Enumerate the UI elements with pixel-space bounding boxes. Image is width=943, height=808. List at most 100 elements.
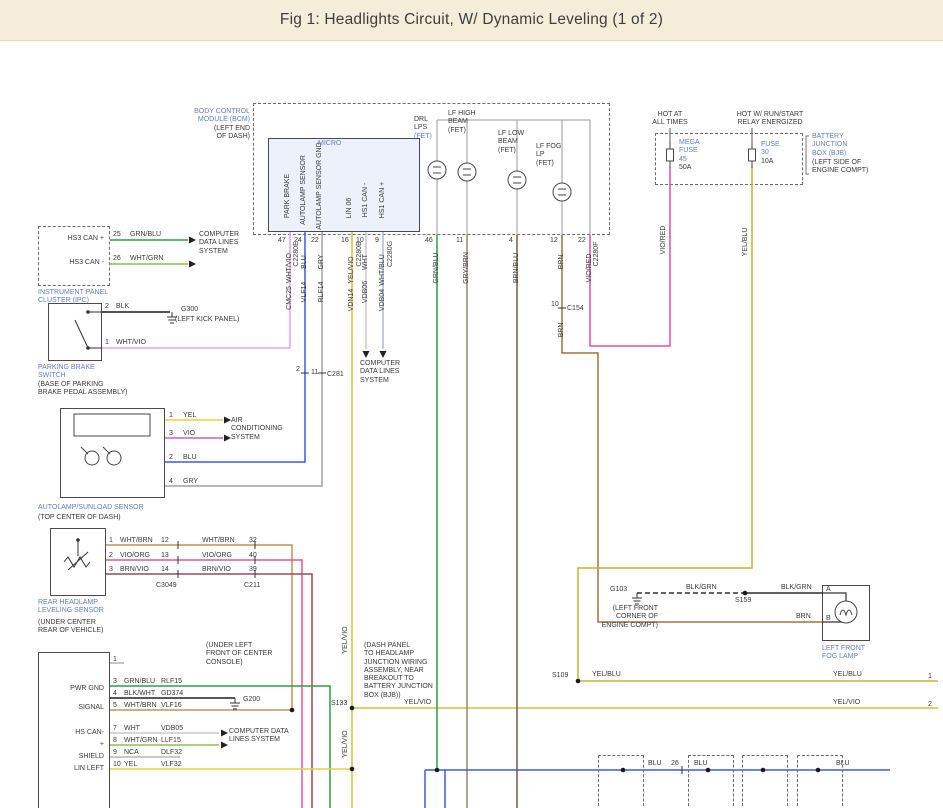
diagram-label: C2280G (387, 241, 395, 267)
diagram-label: 26 (671, 760, 679, 768)
diagram-label: G103 (610, 586, 627, 594)
diagram-label: 11 (456, 237, 463, 245)
diagram-label: 2 (928, 701, 932, 709)
diagram-label: VIO/ORG (202, 552, 232, 560)
diagram-label: 47 (278, 237, 286, 245)
diagram-label: 4 (113, 690, 117, 698)
diagram-label: (UNDER LEFT FRONT OF CENTER CONSOLE) (206, 642, 272, 667)
diagram-label: BLU (836, 760, 850, 768)
diagram-label: NCA (124, 749, 139, 757)
diagram-label: HOT W/ RUN/START RELAY ENERGIZED (737, 111, 804, 128)
diagram-label: WHT/BRN (124, 702, 157, 710)
diagram-label: VIO (183, 430, 195, 438)
diagram-label: YEL (183, 412, 196, 420)
diagram-label: C154 (567, 305, 584, 313)
diagram-label: WHT (362, 254, 370, 270)
bcm-caption: BODY CONTROL MODULE (BCM) (194, 108, 250, 125)
diagram-label: YEL/VIO (342, 626, 350, 653)
diagram-label: HS CAN- (75, 729, 104, 737)
diagram-label: YEL/BLU (592, 671, 621, 679)
diagram-label: VLF16 (161, 702, 182, 710)
diagram-label: VDB05 (161, 725, 183, 733)
diagram-label: 22 (311, 237, 319, 245)
diagram-label: 12 (550, 237, 558, 245)
parking-brake-caption: PARKING BRAKE SWITCH (38, 364, 95, 381)
diagram-label: WHT/BRN (202, 537, 235, 545)
diagram-label: 1 (169, 412, 173, 420)
diagram-label: 4 (509, 237, 513, 245)
diagram-label: RLF14 (318, 281, 326, 302)
diagram-label: C3049 (156, 582, 177, 590)
rear-sensor-caption: REAR HEADLAMP LEVELING SENSOR (38, 599, 104, 616)
diagram-label: BLK (116, 303, 129, 311)
diagram-label: (LEFT KICK PANEL) (175, 316, 239, 324)
diagram-label: 39 (249, 566, 257, 574)
diagram-label: BRN (558, 323, 566, 338)
diagram-label: 32 (249, 537, 257, 545)
diagram-label: BLK/WHT (124, 690, 155, 698)
diagram-label: 2 (296, 366, 300, 374)
diagram-label: VLF14 (301, 282, 309, 303)
diagram-label: 10 (113, 761, 121, 769)
diagram-label: BLK/GRN (781, 584, 812, 592)
diagram-label: VDB06 (362, 281, 370, 303)
diagram-label: LIN 06 (346, 198, 354, 219)
diagram-label: DLF32 (161, 749, 182, 757)
diagram-label: BLK/GRN (686, 584, 717, 592)
diagram-label: G300 (181, 306, 198, 314)
ipc-caption: INSTRUMENT PANEL CLUSTER (IPC) (38, 289, 108, 306)
diagram-label: MEGA FUSE 45 (679, 139, 700, 164)
labels-layer: BODY CONTROL MODULE (BCM)(LEFT END OF DA… (0, 0, 943, 808)
diagram-label: PWR GND (70, 685, 104, 693)
diagram-label: 26 (113, 255, 121, 263)
diagram-label: AUTOLAMP SENSOR GND (316, 142, 324, 229)
diagram-label: SIGNAL (78, 704, 104, 712)
diagram-label: C211 (244, 582, 260, 590)
diagram-label: 22 (578, 237, 586, 245)
diagram-label: WHT/VIO (286, 253, 294, 283)
diagram-label: YEL/VIO (342, 730, 350, 757)
diagram-label: 10A (761, 158, 773, 166)
diagram-label: 2 (105, 303, 109, 311)
diagram-label: WHT (124, 725, 140, 733)
diagram-label: 12 (161, 537, 169, 545)
diagram-label: S109 (552, 672, 568, 680)
diagram-label: BLU (183, 454, 197, 462)
diagram-label: 13 (161, 552, 169, 560)
diagram-label: 1 (113, 656, 117, 664)
diagram-label: COMPUTER DATA LINES SYSTEM (360, 360, 400, 385)
diagram-label: (DASH PANEL TO HEADLAMP JUNCTION WIRING … (364, 642, 433, 700)
diagram-label: 3 (109, 566, 113, 574)
diagram-label: 1 (928, 673, 932, 681)
diagram-label: FUSE 30 (761, 141, 780, 158)
autolamp-caption: AUTOLAMP/SUNLOAD SENSOR (38, 504, 144, 512)
diagram-label: GRN/BLU (124, 678, 155, 686)
diagram-label: YEL/VIO (348, 256, 356, 283)
diagram-label: CMC25 (286, 286, 294, 310)
diagram-label: 7 (113, 725, 117, 733)
diagram-label: GD374 (161, 690, 183, 698)
diagram-label: WHT/BLU (379, 254, 387, 286)
diagram-label: 9 (113, 749, 117, 757)
diagram-label: 3 (169, 430, 173, 438)
diagram-label: 11 (311, 369, 318, 377)
diagram-label: BLU (301, 255, 309, 269)
bjb-caption: BATTERY JUNCTION BOX (BJB) (812, 133, 847, 158)
diagram-label: COMPUTER DATA LINES SYSTEM (199, 231, 239, 256)
diagram-label: PARK BRAKE (284, 174, 292, 218)
diagram-label: C281 (327, 371, 344, 379)
diagram-label: HOT AT ALL TIMES (652, 111, 687, 128)
diagram-label: 16 (341, 237, 349, 245)
diagram-label: A (826, 586, 831, 594)
diagram-label: LLF15 (161, 737, 181, 745)
diagram-label: 5 (113, 702, 117, 710)
diagram-label: LIN LEFT (74, 765, 104, 773)
diagram-label: S159 (735, 597, 751, 605)
diagram-label: 10 (551, 301, 559, 309)
diagram-label: (LEFT FRONT CORNER OF ENGINE COMPT) (602, 605, 658, 630)
diagram-label: BRN/VIO (202, 566, 231, 574)
diagram-label: 9 (375, 237, 379, 245)
diagram-label: HS1 CAN + (379, 182, 387, 218)
diagram-label: VIO/RED (660, 226, 668, 255)
diagram-label: 50A (679, 164, 691, 172)
